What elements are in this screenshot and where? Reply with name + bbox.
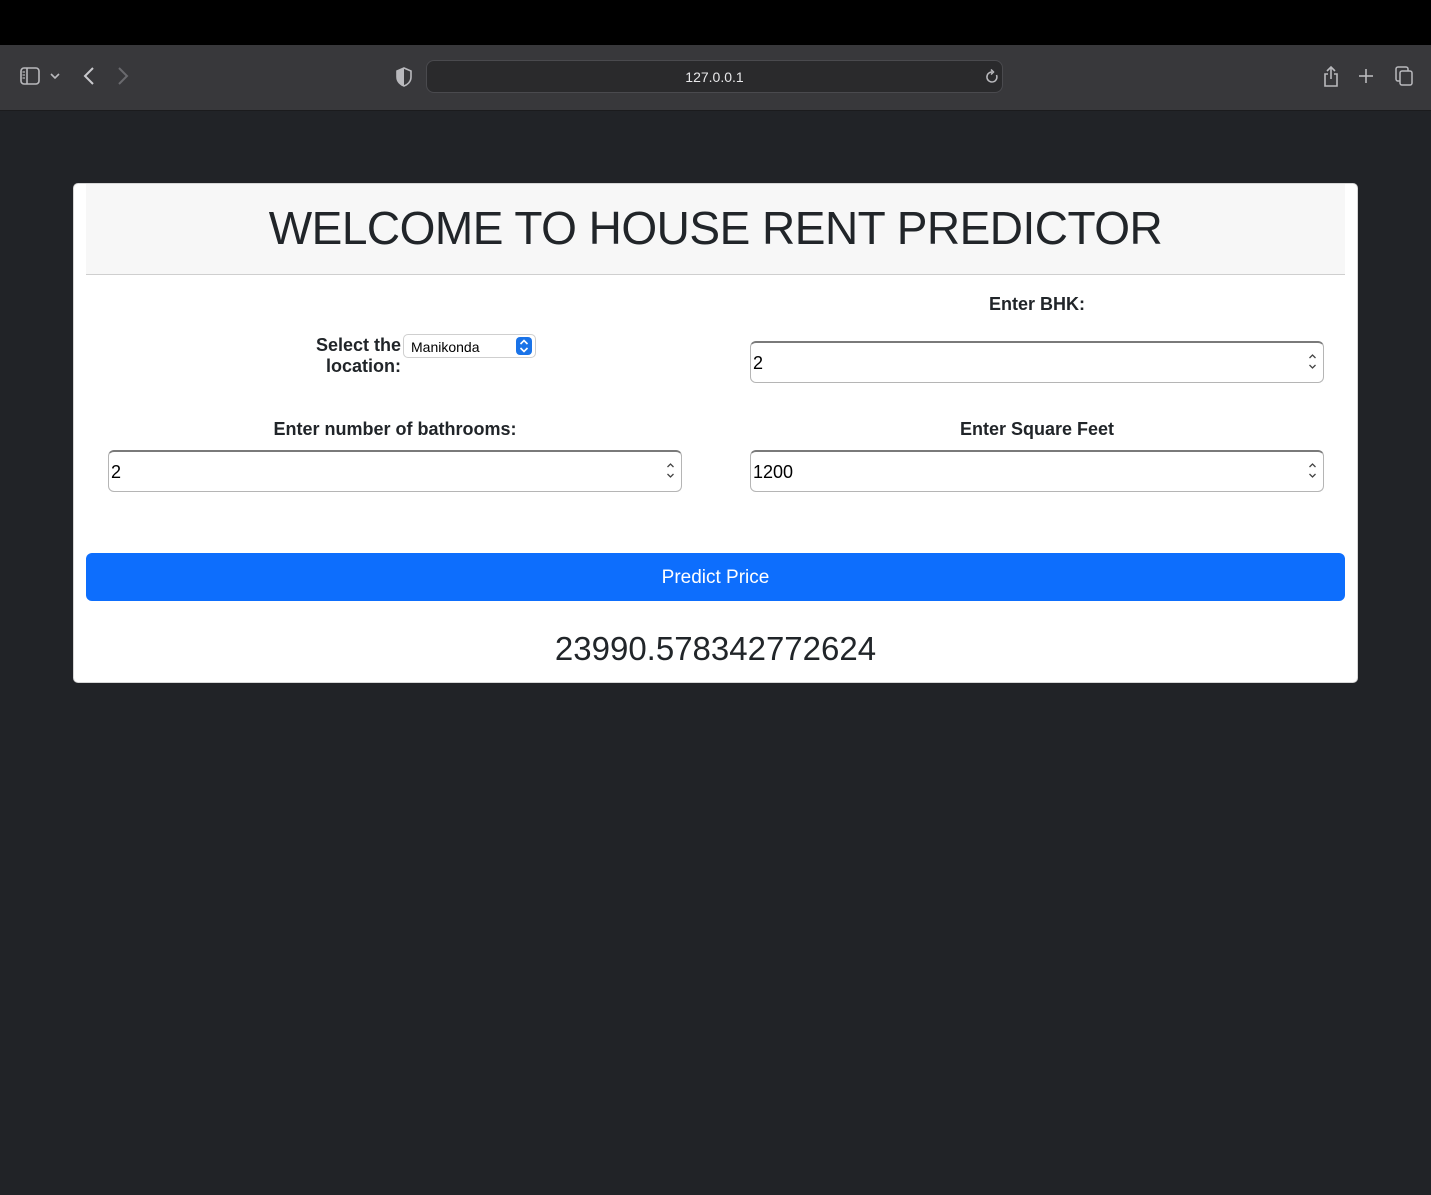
forward-icon[interactable]	[113, 65, 133, 87]
reload-icon[interactable]	[983, 68, 1001, 86]
share-icon[interactable]	[1320, 63, 1342, 89]
bathrooms-input-value: 2	[111, 462, 122, 482]
location-label: Select the location:	[315, 335, 401, 376]
bathrooms-input[interactable]: 2	[108, 450, 682, 492]
new-tab-icon[interactable]	[1356, 66, 1376, 86]
sqft-input-value: 1200	[753, 462, 794, 482]
predict-price-button[interactable]: Predict Price	[86, 553, 1345, 601]
predicted-price: 23990.578342772624	[554, 630, 877, 667]
bhk-label: Enter BHK:	[988, 294, 1085, 314]
page-content: WELCOME TO HOUSE RENT PREDICTOR Select t…	[0, 111, 1431, 1195]
window-top-bar	[0, 0, 1431, 45]
predictor-card: WELCOME TO HOUSE RENT PREDICTOR Select t…	[73, 183, 1358, 683]
select-arrows-icon	[516, 337, 532, 355]
bathrooms-stepper-icon[interactable]	[666, 460, 675, 482]
bhk-stepper-icon[interactable]	[1308, 351, 1317, 373]
address-bar[interactable]: 127.0.0.1	[426, 60, 1003, 93]
sqft-label: Enter Square Feet	[959, 419, 1115, 439]
bhk-input-value: 2	[753, 353, 764, 373]
address-text: 127.0.0.1	[685, 69, 744, 85]
sqft-stepper-icon[interactable]	[1308, 460, 1317, 482]
page-title: WELCOME TO HOUSE RENT PREDICTOR	[268, 202, 1163, 254]
tabs-overview-icon[interactable]	[1393, 65, 1415, 87]
chevron-down-icon[interactable]	[48, 69, 62, 83]
location-select[interactable]: Manikonda	[403, 334, 536, 358]
card-header: WELCOME TO HOUSE RENT PREDICTOR	[86, 184, 1345, 275]
bhk-input[interactable]: 2	[750, 341, 1324, 383]
back-icon[interactable]	[79, 65, 99, 87]
location-select-value: Manikonda	[411, 339, 480, 355]
bathrooms-label: Enter number of bathrooms:	[273, 419, 517, 439]
sqft-input[interactable]: 1200	[750, 450, 1324, 492]
browser-toolbar: 127.0.0.1	[0, 45, 1431, 111]
sidebar-icon[interactable]	[18, 65, 42, 87]
shield-icon[interactable]	[394, 65, 414, 89]
